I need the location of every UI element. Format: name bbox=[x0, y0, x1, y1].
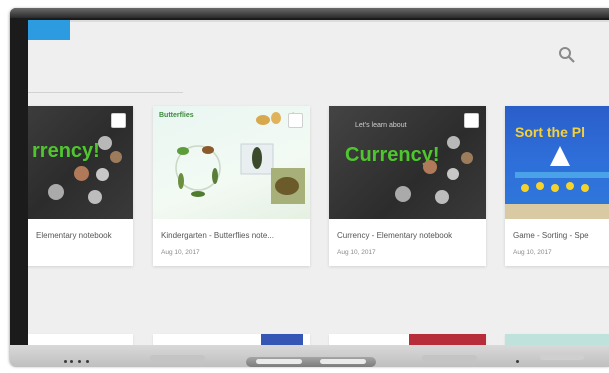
tray-slot bbox=[150, 355, 205, 361]
card-title: Kindergarten - Butterflies note... bbox=[161, 231, 274, 240]
coin-image bbox=[447, 168, 459, 180]
notebook-card[interactable]: Butterflies Kindergarten - Butterflies n… bbox=[153, 106, 310, 266]
coin-image bbox=[395, 186, 411, 202]
panel-button[interactable] bbox=[78, 360, 81, 363]
card-title: Game - Sorting - Spe bbox=[513, 231, 589, 240]
thumbnail-strip bbox=[409, 334, 486, 345]
tray-slot bbox=[422, 355, 477, 361]
app-screen: rrency! Elementary notebook Butterflies bbox=[28, 20, 609, 345]
section-divider bbox=[28, 92, 183, 93]
select-checkbox[interactable] bbox=[464, 113, 479, 128]
select-checkbox[interactable] bbox=[288, 113, 303, 128]
panel-button[interactable] bbox=[70, 360, 73, 363]
card-date: Aug 10, 2017 bbox=[513, 249, 552, 256]
notebook-card-partial[interactable] bbox=[329, 334, 486, 345]
coin-image bbox=[447, 136, 460, 149]
panel-button[interactable] bbox=[86, 360, 89, 363]
coin-image bbox=[110, 151, 122, 163]
panel-button[interactable] bbox=[64, 360, 67, 363]
coin-image bbox=[98, 136, 112, 150]
notebook-card-partial[interactable] bbox=[28, 334, 133, 345]
pen[interactable] bbox=[256, 359, 302, 364]
notebook-card-partial[interactable] bbox=[505, 334, 609, 345]
notebook-card[interactable]: Let's learn about Currency! Currency - E… bbox=[329, 106, 486, 266]
notebook-card[interactable]: Sort the Pl Game - Sorting - Spe Aug 10,… bbox=[505, 106, 609, 266]
coin-image bbox=[423, 160, 437, 174]
coin-image bbox=[435, 190, 449, 204]
pen[interactable] bbox=[320, 359, 366, 364]
coin-image bbox=[48, 184, 64, 200]
card-thumbnail: rrency! bbox=[28, 106, 133, 219]
coin-image bbox=[96, 168, 109, 181]
coin-image bbox=[461, 152, 473, 164]
select-checkbox[interactable] bbox=[111, 113, 126, 128]
coin-image bbox=[88, 190, 102, 204]
thumbnail-heading: Let's learn about bbox=[355, 122, 407, 129]
card-thumbnail: Let's learn about Currency! bbox=[329, 106, 486, 219]
card-date: Aug 10, 2017 bbox=[161, 249, 200, 256]
bezel-top-edge bbox=[10, 8, 609, 18]
butterfly-life-cycle-illustration bbox=[175, 112, 305, 204]
notebook-card-partial[interactable] bbox=[153, 334, 310, 345]
coin-image bbox=[74, 166, 89, 181]
search-icon[interactable] bbox=[558, 46, 576, 64]
game-illustration bbox=[505, 146, 609, 219]
thumbnail-strip bbox=[505, 334, 609, 345]
card-thumbnail: Sort the Pl bbox=[505, 106, 609, 219]
card-date: Aug 10, 2017 bbox=[337, 249, 376, 256]
speaker-grille bbox=[540, 355, 584, 360]
active-tab-label bbox=[28, 20, 70, 30]
active-tab[interactable] bbox=[28, 20, 70, 40]
card-title: Currency - Elementary notebook bbox=[337, 231, 453, 240]
thumbnail-title: rrency! bbox=[32, 140, 100, 162]
thumbnail-strip bbox=[261, 334, 303, 345]
power-button[interactable] bbox=[516, 360, 519, 363]
card-thumbnail: Butterflies bbox=[153, 106, 310, 219]
top-divider bbox=[28, 20, 609, 22]
notebook-card[interactable]: rrency! Elementary notebook bbox=[28, 106, 133, 266]
